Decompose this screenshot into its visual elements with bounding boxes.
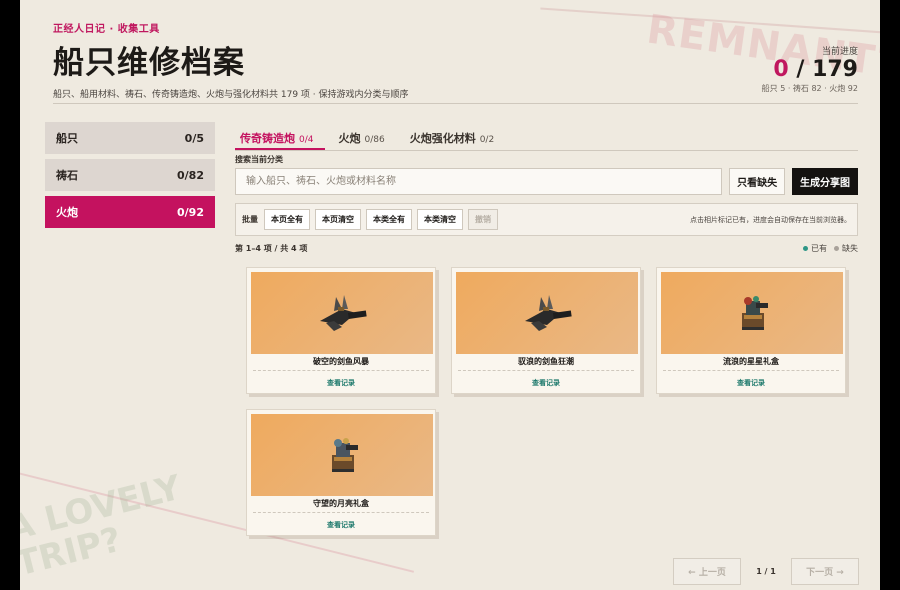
show-missing-button[interactable]: 只看缺失 [729, 168, 786, 195]
progress-separator: / [788, 57, 813, 82]
legend-missing: 缺失 [842, 244, 858, 253]
swordfish-cannon-icon [525, 295, 572, 331]
page-mark-all-button[interactable]: 本页全有 [264, 209, 310, 230]
page-title: 船只维修档案 [53, 45, 245, 81]
card-divider [663, 370, 839, 371]
item-card[interactable]: 驭浪的剑鱼狂潮 查看记录 [451, 267, 641, 394]
item-card[interactable]: 守望的月亮礼盒 查看记录 [246, 409, 436, 536]
next-page-button[interactable]: 下一页 → [791, 558, 859, 585]
list-meta: 第 1–4 项 / 共 4 项 已有 缺失 [235, 243, 858, 254]
pagination: ← 上一页 1 / 1 下一页 → [673, 558, 859, 585]
item-image [661, 272, 843, 354]
card-divider [458, 370, 634, 371]
sidebar-item-cannons[interactable]: 火炮 0/92 [45, 196, 215, 228]
sidebar-item-ships[interactable]: 船只 0/5 [45, 122, 215, 154]
item-name: 驭浪的剑鱼狂潮 [518, 357, 574, 366]
main-panel: 传奇铸造炮 0/4 火炮0/86 火炮强化材料0/2 搜索当前分类 只看缺失 生成… [235, 122, 858, 254]
page-clear-button[interactable]: 本页清空 [315, 209, 361, 230]
header-divider [53, 103, 858, 104]
sidebar-item-label: 祷石 [56, 169, 78, 182]
sidebar-item-count: 0/92 [177, 205, 204, 219]
view-record-link[interactable]: 查看记录 [657, 378, 845, 388]
sidebar-item-label: 火炮 [56, 206, 78, 219]
page-header: 正经人日记 · 收集工具 船只维修档案 船只、船用材料、祷石、传奇铸造炮、火炮与… [53, 20, 858, 100]
page-indicator: 1 / 1 [756, 567, 776, 576]
tab-legendary-cannons[interactable]: 传奇铸造炮 0/4 [235, 122, 326, 150]
undo-button[interactable]: 撤销 [468, 209, 498, 230]
sidebar-item-count: 0/82 [177, 168, 204, 182]
category-tabs: 传奇铸造炮 0/4 火炮 0/86 火炮强化材料 0/2 [235, 122, 858, 151]
search-row: 只看缺失 生成分享图 [235, 168, 858, 195]
prev-page-button[interactable]: ← 上一页 [673, 558, 741, 585]
page-subtitle: 船只、船用材料、祷石、传奇铸造炮、火炮与强化材料共 179 项 · 保持游戏内分… [53, 90, 409, 100]
tab-label: 火炮 [338, 132, 361, 145]
progress-label: 当前进度 [821, 47, 858, 57]
breadcrumb: 正经人日记 · 收集工具 [53, 24, 160, 35]
card-divider [253, 370, 429, 371]
item-card[interactable]: 流浪的星星礼盒 查看记录 [656, 267, 846, 394]
tab-count: 0/86 [364, 135, 385, 145]
gift-box-cannon-icon [742, 296, 768, 330]
card-divider [253, 512, 429, 513]
item-name: 破空的剑鱼风暴 [313, 357, 369, 366]
bulk-label: 批量 [242, 215, 258, 224]
item-name: 守望的月亮礼盒 [313, 499, 369, 508]
bulk-actions-bar: 批量 本页全有 本页清空 本类全有 本类清空 撤销 点击相片标记已有，进度会自动… [235, 203, 858, 236]
have-dot-icon [803, 246, 808, 251]
legend: 已有 缺失 [796, 243, 858, 254]
swordfish-cannon-icon [320, 295, 367, 331]
category-mark-all-button[interactable]: 本类全有 [366, 209, 412, 230]
progress-current: 0 [773, 57, 789, 82]
sidebar-item-label: 船只 [56, 132, 78, 145]
sidebar-item-count: 0/5 [184, 131, 204, 145]
view-record-link[interactable]: 查看记录 [247, 520, 435, 530]
tab-cannon-materials[interactable]: 火炮强化材料 0/2 [405, 122, 506, 150]
item-image [251, 414, 433, 496]
list-count: 第 1–4 项 / 共 4 项 [235, 244, 308, 253]
gift-box-cannon-icon [332, 438, 358, 472]
tab-count: 0/2 [479, 135, 495, 145]
progress-detail: 船只 5 · 祷石 82 · 火炮 92 [761, 84, 858, 93]
tab-count: 0/4 [299, 135, 314, 145]
progress-total: 179 [812, 57, 858, 82]
item-name: 流浪的星星礼盒 [723, 357, 779, 366]
search-input[interactable] [235, 168, 723, 195]
view-record-link[interactable]: 查看记录 [452, 378, 640, 388]
tab-cannons[interactable]: 火炮 0/86 [333, 122, 396, 150]
tab-label: 传奇铸造炮 [240, 132, 295, 145]
bulk-hint: 点击相片标记已有，进度会自动保存在当前浏览器。 [690, 215, 851, 224]
missing-dot-icon [834, 246, 839, 251]
search-label: 搜索当前分类 [235, 155, 283, 164]
item-card[interactable]: 破空的剑鱼风暴 查看记录 [246, 267, 436, 394]
view-record-link[interactable]: 查看记录 [247, 378, 435, 388]
progress-value: 0 / 179 [762, 57, 858, 83]
sidebar-item-prayer-stones[interactable]: 祷石 0/82 [45, 159, 215, 191]
generate-share-image-button[interactable]: 生成分享图 [792, 168, 858, 195]
category-clear-button[interactable]: 本类清空 [417, 209, 463, 230]
item-image [456, 272, 638, 354]
legend-have: 已有 [811, 244, 827, 253]
tab-label: 火炮强化材料 [409, 132, 476, 145]
category-sidebar: 船只 0/5 祷石 0/82 火炮 0/92 [45, 122, 215, 233]
item-image [251, 272, 433, 354]
progress-panel: 当前进度 0 / 179 船只 5 · 祷石 82 · 火炮 92 [762, 44, 858, 94]
